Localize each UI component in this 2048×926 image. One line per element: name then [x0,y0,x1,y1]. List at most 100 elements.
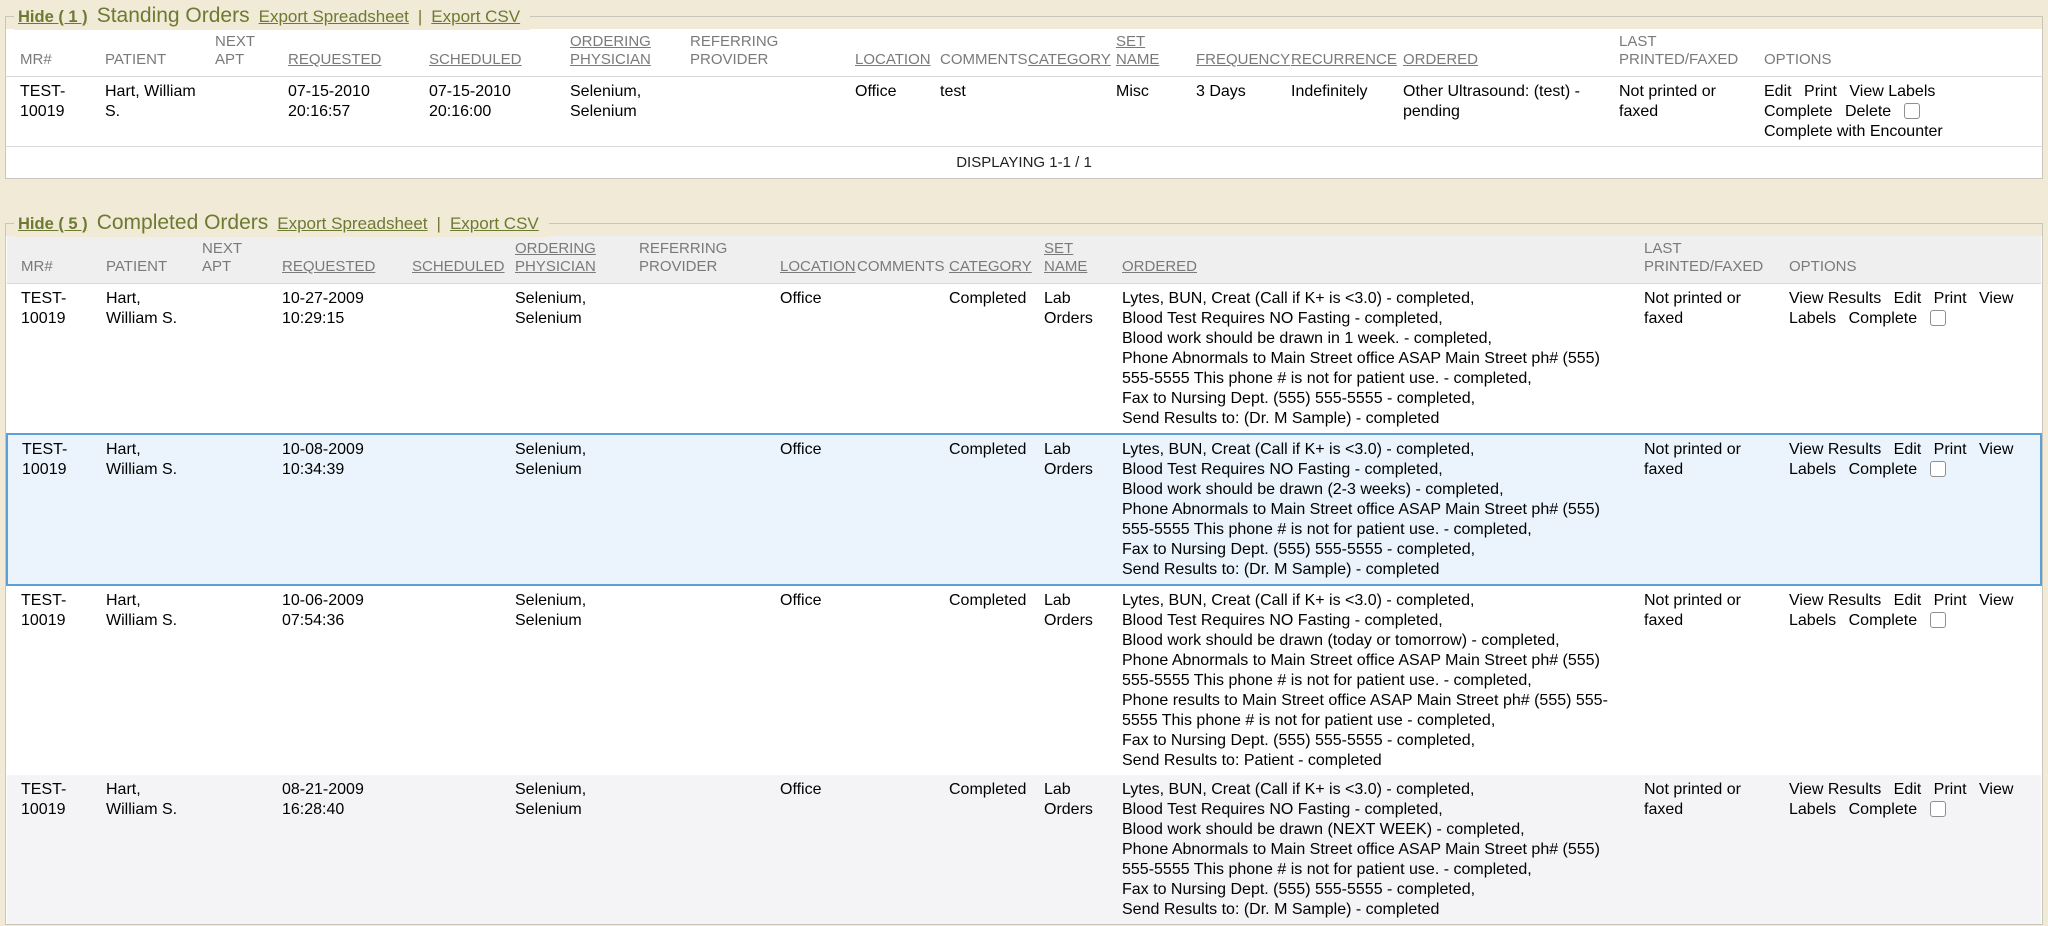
col-header-ordered[interactable]: ORDERED [1122,236,1644,284]
cell-patient: Hart, William S. [105,77,215,147]
col-header-scheduled[interactable]: SCHEDULED [429,29,570,77]
standing-orders-table: MR# PATIENT NEXT APT REQUESTED SCHEDULED… [6,29,2042,178]
complete-link[interactable]: Complete [1849,461,1917,478]
cell-category: Completed [949,775,1044,924]
cell-last-printed-faxed: Not printed or faxed [1644,775,1789,924]
standing-order-row: TEST-10019 Hart, William S. 07-15-2010 2… [6,77,2042,147]
col-header-last-printed-faxed: LAST PRINTED/FAXED [1644,236,1789,284]
col-header-category[interactable]: CATEGORY [1028,29,1116,77]
ordered-text: Lytes, BUN, Creat (Call if K+ is <3.0) -… [1122,289,1636,429]
cell-comments: test [940,77,1028,147]
cell-mr: TEST-10019 [7,284,106,435]
standing-export-spreadsheet-link[interactable]: Export Spreadsheet [259,4,409,30]
cell-ordering-physician: Selenium, Selenium [515,434,639,585]
col-header-set-name[interactable]: SET NAME [1044,236,1122,284]
order-select-checkbox[interactable] [1930,801,1946,817]
print-link[interactable]: Print [1934,592,1967,609]
standing-orders-title: Standing Orders [97,3,250,29]
cell-last-printed-faxed: Not printed or faxed [1644,585,1789,775]
cell-set-name: Misc [1116,77,1196,147]
cell-referring-provider [639,434,780,585]
legend-divider: | [418,4,422,30]
order-select-checkbox[interactable] [1904,103,1920,119]
cell-category: Completed [949,434,1044,585]
cell-ordering-physician: Selenium, Selenium [515,284,639,435]
edit-link[interactable]: Edit [1894,592,1922,609]
col-header-comments: COMMENTS [857,236,949,284]
standing-table-footer: DISPLAYING 1-1 / 1 [6,147,2042,179]
col-header-recurrence[interactable]: RECURRENCE [1291,29,1403,77]
cell-scheduled [412,434,515,585]
order-select-checkbox[interactable] [1930,461,1946,477]
view-labels-link[interactable]: View Labels [1849,83,1935,100]
col-header-ordering-physician[interactable]: ORDERING PHYSICIAN [570,29,690,77]
edit-link[interactable]: Edit [1894,290,1922,307]
cell-next-apt [202,585,282,775]
cell-scheduled [412,585,515,775]
view-results-link[interactable]: View Results [1789,592,1881,609]
completed-export-csv-link[interactable]: Export CSV [450,211,539,237]
cell-location: Office [780,585,857,775]
edit-link[interactable]: Edit [1894,441,1922,458]
col-header-requested[interactable]: REQUESTED [288,29,429,77]
complete-link[interactable]: Complete [1849,612,1917,629]
completed-orders-panel: Hide ( 5 ) Completed Orders Export Sprea… [5,223,2043,925]
complete-with-encounter-link[interactable]: Complete with Encounter [1764,122,1943,142]
edit-link[interactable]: Edit [1764,83,1792,100]
standing-export-csv-link[interactable]: Export CSV [431,4,520,30]
edit-link[interactable]: Edit [1894,781,1922,798]
cell-referring-provider [690,77,855,147]
standing-hide-link[interactable]: Hide ( 1 ) [18,4,88,30]
cell-options: View Results Edit Print View Labels Comp… [1789,434,2041,585]
col-header-set-name[interactable]: SET NAME [1116,29,1196,77]
col-header-frequency[interactable]: FREQUENCY [1196,29,1291,77]
col-header-options: OPTIONS [1789,236,2041,284]
cell-patient: Hart, William S. [106,284,202,435]
cell-set-name: Lab Orders [1044,775,1122,924]
col-header-ordered[interactable]: ORDERED [1403,29,1619,77]
standing-header-row: MR# PATIENT NEXT APT REQUESTED SCHEDULED… [6,29,2042,77]
completed-export-spreadsheet-link[interactable]: Export Spreadsheet [277,211,427,237]
complete-link[interactable]: Complete [1764,103,1832,120]
ordered-text: Other Ultrasound: (test) - pending [1403,82,1611,122]
print-link[interactable]: Print [1934,290,1967,307]
col-header-ordering-physician[interactable]: ORDERING PHYSICIAN [515,236,639,284]
col-header-location[interactable]: LOCATION [855,29,940,77]
col-header-location[interactable]: LOCATION [780,236,857,284]
cell-options: View Results Edit Print View Labels Comp… [1789,775,2041,924]
cell-frequency: 3 Days [1196,77,1291,147]
completed-hide-link[interactable]: Hide ( 5 ) [18,211,88,237]
cell-mr: TEST-10019 [6,77,105,147]
order-select-checkbox[interactable] [1930,612,1946,628]
cell-ordering-physician: Selenium, Selenium [570,77,690,147]
completed-orders-legend: Hide ( 5 ) Completed Orders Export Sprea… [14,210,549,237]
col-header-referring-provider: REFERRING PROVIDER [639,236,780,284]
print-link[interactable]: Print [1934,441,1967,458]
cell-last-printed-faxed: Not printed or faxed [1644,434,1789,585]
ordered-text: Lytes, BUN, Creat (Call if K+ is <3.0) -… [1122,440,1636,580]
col-header-category[interactable]: CATEGORY [949,236,1044,284]
view-results-link[interactable]: View Results [1789,441,1881,458]
cell-options: View Results Edit Print View Labels Comp… [1789,585,2041,775]
standing-orders-legend: Hide ( 1 ) Standing Orders Export Spread… [14,3,530,30]
cell-ordered: Lytes, BUN, Creat (Call if K+ is <3.0) -… [1122,284,1644,435]
cell-comments [857,775,949,924]
cell-set-name: Lab Orders [1044,434,1122,585]
complete-link[interactable]: Complete [1849,801,1917,818]
print-link[interactable]: Print [1804,83,1837,100]
col-header-requested[interactable]: REQUESTED [282,236,412,284]
view-results-link[interactable]: View Results [1789,290,1881,307]
complete-link[interactable]: Complete [1849,310,1917,327]
cell-referring-provider [639,284,780,435]
cell-referring-provider [639,775,780,924]
cell-patient: Hart, William S. [106,775,202,924]
cell-location: Office [780,434,857,585]
view-results-link[interactable]: View Results [1789,781,1881,798]
cell-referring-provider [639,585,780,775]
completed-order-row: TEST-10019 Hart, William S. 08-21-2009 1… [7,775,2041,924]
print-link[interactable]: Print [1934,781,1967,798]
order-select-checkbox[interactable] [1930,310,1946,326]
col-header-scheduled[interactable]: SCHEDULED [412,236,515,284]
delete-link[interactable]: Delete [1845,103,1891,120]
col-header-referring-provider: REFERRING PROVIDER [690,29,855,77]
